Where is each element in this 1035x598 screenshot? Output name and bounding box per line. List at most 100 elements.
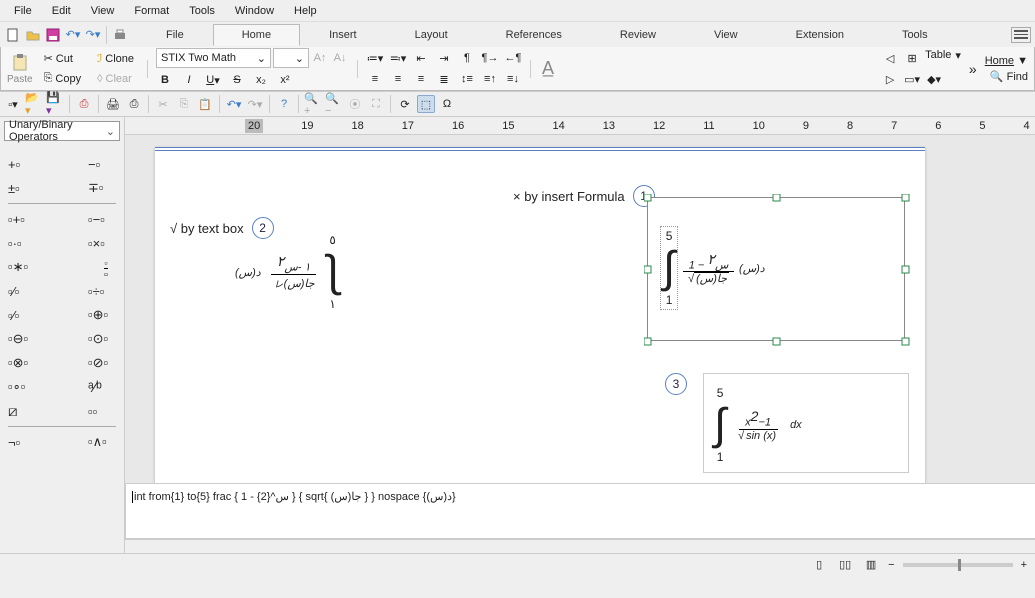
shrink-font-icon[interactable]: A↓: [331, 49, 349, 67]
tab-extension[interactable]: Extension: [767, 24, 873, 46]
save-icon[interactable]: [44, 26, 62, 44]
open-icon[interactable]: [24, 26, 42, 44]
op[interactable]: ⧄: [8, 402, 44, 420]
print2-icon[interactable]: 🖨: [104, 95, 122, 113]
view-multi-icon[interactable]: ▯▯: [836, 556, 854, 574]
op[interactable]: ¬▫: [8, 433, 44, 451]
clear-button[interactable]: ◊Clear: [92, 70, 139, 88]
redo2-icon[interactable]: ↷▾: [246, 95, 264, 113]
para-spacing2-icon[interactable]: ≡↓: [504, 70, 522, 88]
op[interactable]: +▫: [8, 155, 44, 173]
elements-icon[interactable]: Ω: [438, 95, 456, 113]
tab-references[interactable]: References: [477, 24, 591, 46]
op[interactable]: −▫: [88, 155, 124, 173]
paste-icon[interactable]: [9, 52, 31, 74]
cursor-icon[interactable]: ⬚: [417, 95, 435, 113]
cut-button[interactable]: ✂Cut: [39, 50, 87, 68]
op[interactable]: ▫⊖▫: [8, 330, 44, 348]
zoom-fit-icon[interactable]: ⛶: [367, 95, 385, 113]
align-center-icon[interactable]: ≡: [389, 70, 407, 88]
strike-icon[interactable]: S: [228, 71, 246, 89]
clone-button[interactable]: ℐClone: [92, 50, 139, 68]
table-icon[interactable]: ⊞: [903, 49, 921, 67]
italic-icon[interactable]: I: [180, 71, 198, 89]
indent-dec-icon[interactable]: ⇤: [412, 49, 430, 67]
category-select[interactable]: Unary/Binary Operators: [4, 121, 120, 141]
zoom-in-icon[interactable]: 🔍+: [304, 95, 322, 113]
export-pdf-icon[interactable]: ⎙: [75, 95, 93, 113]
op[interactable]: ᵃ⁄ᵇ: [88, 378, 124, 396]
justify-icon[interactable]: ≣: [435, 70, 453, 88]
insert-obj-icon[interactable]: ◆▾: [925, 70, 943, 88]
para-spacing-icon[interactable]: ≡↑: [481, 70, 499, 88]
menu-edit[interactable]: Edit: [42, 2, 81, 20]
op[interactable]: ▫∧▫: [88, 433, 124, 451]
op[interactable]: ▫∕▫: [8, 282, 44, 300]
tab-insert[interactable]: Insert: [300, 24, 386, 46]
zoom-100-icon[interactable]: ⦿: [346, 95, 364, 113]
nav-prev-icon[interactable]: ◁: [881, 49, 899, 67]
zoom-minus[interactable]: −: [888, 559, 894, 571]
op[interactable]: ∓▫: [88, 179, 124, 197]
op[interactable]: ▫−▫: [88, 210, 124, 228]
bullets-icon[interactable]: ≔▾: [366, 49, 384, 67]
zoom-slider[interactable]: [903, 563, 1013, 567]
paste2-icon[interactable]: 📋: [196, 95, 214, 113]
ltr-icon[interactable]: ¶→: [481, 49, 499, 67]
op[interactable]: ▫▫: [88, 402, 124, 420]
formula-object-3[interactable]: 5 ∫ 1 x2−1 √sin (x) dx: [703, 373, 909, 473]
undo2-icon[interactable]: ↶▾: [225, 95, 243, 113]
op[interactable]: ▫∗▫: [8, 258, 44, 276]
open2-icon[interactable]: 📂▾: [25, 95, 43, 113]
formula-command-input[interactable]: int from{1} to{5} frac { 1 - {2}^س } { s…: [125, 483, 1035, 539]
op[interactable]: ▫⊙▫: [88, 330, 124, 348]
menu-help[interactable]: Help: [284, 2, 327, 20]
redo-icon[interactable]: ↷▾: [84, 26, 102, 44]
hamburger-icon[interactable]: [1011, 27, 1031, 43]
tab-layout[interactable]: Layout: [386, 24, 477, 46]
tab-file[interactable]: File: [137, 24, 213, 46]
pilcrow-icon[interactable]: ¶: [458, 49, 476, 67]
zoom-out-icon[interactable]: 🔍−: [325, 95, 343, 113]
save2-icon[interactable]: 💾▾: [46, 95, 64, 113]
menu-format[interactable]: Format: [124, 2, 179, 20]
new-icon[interactable]: [4, 26, 22, 44]
refresh-icon[interactable]: ⟳: [396, 95, 414, 113]
op[interactable]: ▫∕▫: [8, 306, 44, 324]
formula-textbox-2[interactable]: د(س) ١ -س٢ ㇾجا(س) ٥ ∫ ١: [235, 233, 339, 311]
copy2-icon[interactable]: ⎘: [175, 95, 193, 113]
op[interactable]: ▫·▫: [8, 234, 44, 252]
formula-object-1[interactable]: 5 ∫ 1 س٢ − 1 √جا(س) د(س): [647, 197, 905, 341]
indent-inc-icon[interactable]: ⇥: [435, 49, 453, 67]
nav-next-icon[interactable]: ▷: [881, 70, 899, 88]
tab-view[interactable]: View: [685, 24, 767, 46]
view-single-icon[interactable]: ▯: [810, 556, 828, 574]
font-name-select[interactable]: STIX Two Math⌄: [156, 48, 271, 68]
align-left-icon[interactable]: ≡: [366, 70, 384, 88]
help-icon[interactable]: ?: [275, 95, 293, 113]
op[interactable]: ▫⊗▫: [8, 354, 44, 372]
op[interactable]: ▫∘▫: [8, 378, 44, 396]
more-button[interactable]: »: [969, 61, 977, 77]
print-icon[interactable]: [111, 26, 129, 44]
grow-font-icon[interactable]: A↑: [311, 49, 329, 67]
op[interactable]: ▫⊘▫: [88, 354, 124, 372]
menu-window[interactable]: Window: [225, 2, 284, 20]
insert-image-icon[interactable]: ▭▾: [903, 70, 921, 88]
align-right-icon[interactable]: ≡: [412, 70, 430, 88]
rtl-icon[interactable]: ←¶: [504, 49, 522, 67]
menu-tools[interactable]: Tools: [179, 2, 225, 20]
underline-icon[interactable]: U▾: [204, 71, 222, 89]
zoom-plus[interactable]: +: [1021, 559, 1027, 571]
op[interactable]: ▫▫: [88, 258, 124, 276]
superscript-icon[interactable]: x²: [276, 71, 294, 89]
find-button[interactable]: 🔍 Find: [990, 70, 1028, 83]
page[interactable]: × by insert Formula 1 √ by text box 2 3: [155, 147, 925, 483]
horizontal-scrollbar[interactable]: [125, 539, 1035, 553]
styles-icon[interactable]: A̲: [539, 60, 557, 78]
cut2-icon[interactable]: ✂: [154, 95, 172, 113]
subscript-icon[interactable]: x₂: [252, 71, 270, 89]
op[interactable]: ▫×▫: [88, 234, 124, 252]
new2-icon[interactable]: ▫▾: [4, 95, 22, 113]
view-book-icon[interactable]: ▥: [862, 556, 880, 574]
